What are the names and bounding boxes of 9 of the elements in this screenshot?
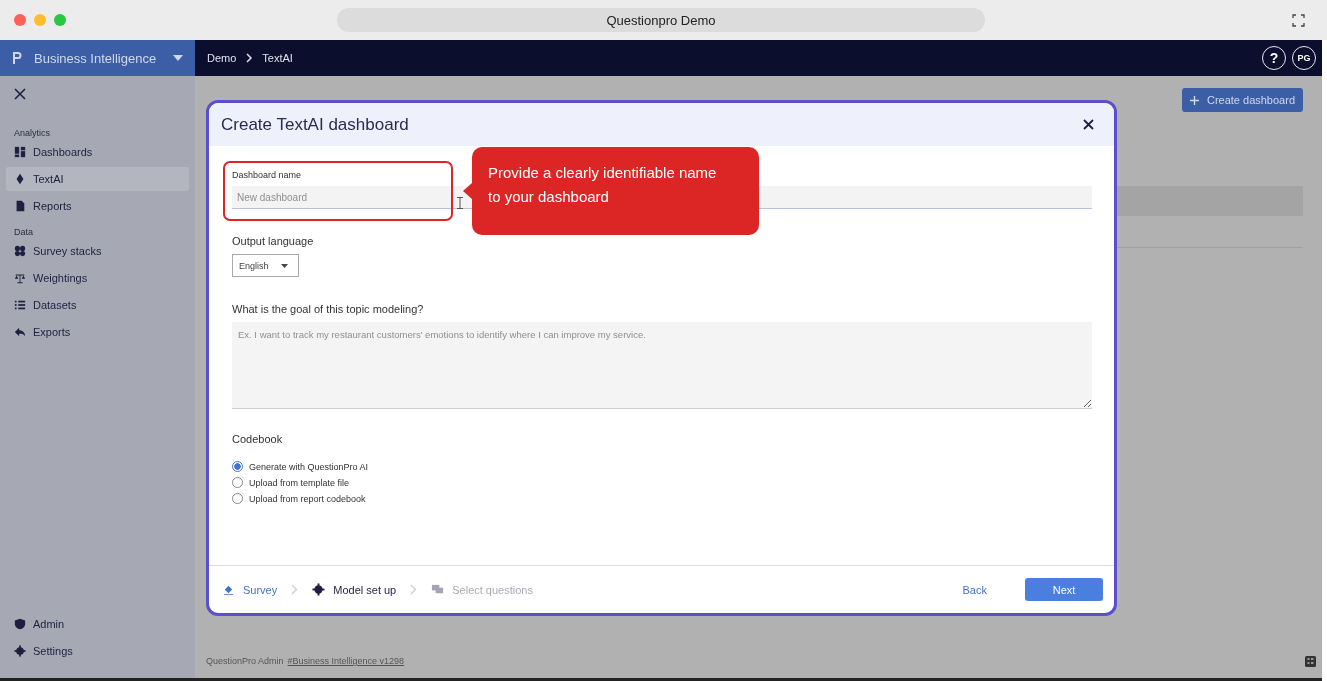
field-label: Codebook: [232, 433, 283, 445]
section-heading: Data: [14, 227, 34, 237]
dialog-title: Create TextAI dashboard: [221, 114, 409, 135]
field-label: Dashboard name: [232, 170, 302, 180]
tooltip: Provide a clearly identifiable name to your dashboard: [472, 147, 759, 235]
field-label: Output language: [232, 235, 314, 247]
section-heading: Analytics: [14, 128, 51, 138]
footer-text: QuestionPro Admin: [206, 656, 284, 666]
field-label: What is the goal of this topic modeling?: [232, 303, 424, 315]
